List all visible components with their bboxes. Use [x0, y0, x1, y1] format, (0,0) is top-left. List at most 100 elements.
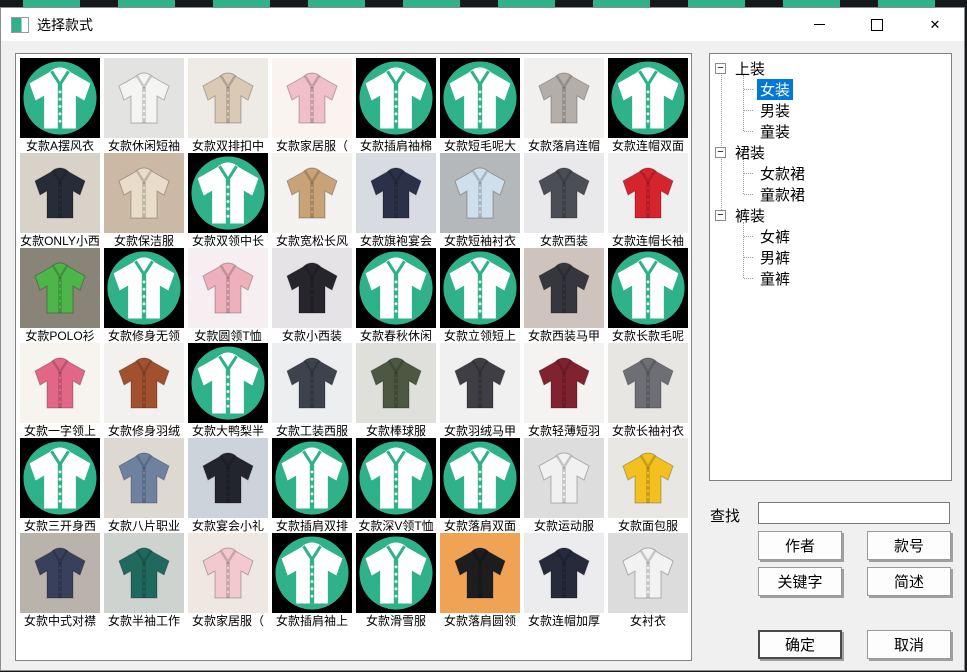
style-item[interactable]: 女款家居服（ [186, 533, 270, 628]
style-item[interactable]: 女款落肩双面 [438, 438, 522, 533]
style-item[interactable]: 女款三开身西 [18, 438, 102, 533]
style-item[interactable]: 女款修身羽绒 [102, 343, 186, 438]
style-item[interactable]: 女款A摆风衣 [18, 58, 102, 153]
style-item[interactable]: 女款长款毛呢 [606, 248, 690, 343]
tree-connector [744, 89, 753, 90]
style-item[interactable]: 女款工装西服 [270, 343, 354, 438]
style-item[interactable]: 女款ONLY小西 [18, 153, 102, 248]
cancel-button[interactable]: 取消 [867, 630, 951, 659]
style-thumbnail-placeholder-shirt-icon [356, 58, 436, 138]
tree-item-label: 男裤 [757, 247, 793, 268]
style-thumbnail-photo [356, 343, 436, 423]
style-item-label: 女款保洁服 [102, 234, 186, 248]
style-item[interactable]: 女款西装马甲 [522, 248, 606, 343]
style-thumbnail-photo [440, 343, 520, 423]
style-item[interactable]: 女款落肩连帽 [522, 58, 606, 153]
style-thumbnail-photo [608, 533, 688, 613]
style-item-label: 女款长袖衬衣 [606, 424, 690, 438]
tree-item-童款裙[interactable]: 童款裙 [733, 184, 949, 205]
style-item[interactable]: 女款轻薄短羽 [522, 343, 606, 438]
style-item[interactable]: 女款双领中长 [186, 153, 270, 248]
style-item[interactable]: 女衬衣 [606, 533, 690, 628]
tree-item-童装[interactable]: 童装 [733, 121, 949, 142]
style-item[interactable]: 女款宴会小礼 [186, 438, 270, 533]
style-item[interactable]: 女款西装 [522, 153, 606, 248]
style-item-label: 女款家居服（ [186, 614, 270, 628]
tree-item-裙装[interactable]: −裙装 [712, 142, 949, 163]
style-item[interactable]: 女款棒球服 [354, 343, 438, 438]
keyword-filter-button[interactable]: 关键字 [758, 567, 842, 596]
style-item-label: 女款修身无领 [102, 329, 186, 343]
summary-filter-button[interactable]: 简述 [867, 567, 951, 596]
style-item[interactable]: 女款深V领T恤 [354, 438, 438, 533]
tree-item-label: 裙装 [732, 142, 768, 163]
style-no-filter-button[interactable]: 款号 [867, 531, 951, 560]
tree-connector [744, 278, 753, 279]
style-item[interactable]: 女款连帽加厚 [522, 533, 606, 628]
titlebar[interactable]: 选择款式 ✕ [1, 8, 964, 41]
tree-item-女装[interactable]: 女装 [733, 79, 949, 100]
style-item-label: 女款长款毛呢 [606, 329, 690, 343]
style-item[interactable]: 女款旗袍宴会 [354, 153, 438, 248]
author-filter-button[interactable]: 作者 [758, 531, 842, 560]
collapse-icon[interactable]: − [715, 210, 726, 221]
style-item-label: 女款轻薄短羽 [522, 424, 606, 438]
tree-item-男装[interactable]: 男装 [733, 100, 949, 121]
style-item[interactable]: 女款小西装 [270, 248, 354, 343]
style-item[interactable]: 女款春秋休闲 [354, 248, 438, 343]
style-item[interactable]: 女款一字领上 [18, 343, 102, 438]
style-item-label: 女款圆领T恤 [186, 329, 270, 343]
collapse-icon[interactable]: − [715, 147, 726, 158]
style-item[interactable]: 女款滑雪服 [354, 533, 438, 628]
tree-item-label: 童装 [757, 121, 793, 142]
style-thumbnail-photo [104, 153, 184, 233]
close-button[interactable]: ✕ [906, 8, 964, 41]
style-item[interactable]: 女款POLO衫 [18, 248, 102, 343]
tree-connector [744, 110, 753, 111]
style-item[interactable]: 女款八片职业 [102, 438, 186, 533]
style-item-label: 女款ONLY小西 [18, 234, 102, 248]
maximize-button[interactable] [848, 8, 906, 41]
tree-item-女款裙[interactable]: 女款裙 [733, 163, 949, 184]
style-item[interactable]: 女款休闲短袖 [102, 58, 186, 153]
style-item[interactable]: 女款家居服（ [270, 58, 354, 153]
style-item[interactable]: 女款面包服 [606, 438, 690, 533]
style-item[interactable]: 女款运动服 [522, 438, 606, 533]
style-thumbnail-photo [272, 248, 352, 328]
tree-item-裤装[interactable]: −裤装 [712, 205, 949, 226]
style-item[interactable]: 女款长袖衬衣 [606, 343, 690, 438]
window-title: 选择款式 [37, 15, 93, 35]
style-item[interactable]: 女款立领短上 [438, 248, 522, 343]
tree-item-上装[interactable]: −上装 [712, 58, 949, 79]
style-item[interactable]: 女款短袖衬衣 [438, 153, 522, 248]
tree-children: 女装男装童装 [733, 79, 949, 142]
tree-item-童裤[interactable]: 童裤 [733, 268, 949, 289]
style-item[interactable]: 女款保洁服 [102, 153, 186, 248]
find-input[interactable] [758, 502, 950, 524]
style-item[interactable]: 女款插肩袖棉 [354, 58, 438, 153]
tree-item-label: 男装 [757, 100, 793, 121]
style-item[interactable]: 女款羽绒马甲 [438, 343, 522, 438]
style-item[interactable]: 女款连帽双面 [606, 58, 690, 153]
style-item[interactable]: 女款大鸭梨半 [186, 343, 270, 438]
select-style-dialog: 选择款式 ✕ 女款A摆风衣 女款休闲短袖 女款双排扣中 女款家居服（ 女款 [0, 7, 965, 671]
ok-button[interactable]: 确定 [758, 630, 842, 659]
style-item[interactable]: 女款中式对襟 [18, 533, 102, 628]
style-item[interactable]: 女款修身无领 [102, 248, 186, 343]
minimize-button[interactable] [790, 8, 848, 41]
style-item[interactable]: 女款双排扣中 [186, 58, 270, 153]
style-item[interactable]: 女款落肩圆领 [438, 533, 522, 628]
style-item[interactable]: 女款插肩双排 [270, 438, 354, 533]
style-item[interactable]: 女款半袖工作 [102, 533, 186, 628]
style-item[interactable]: 女款连帽长袖 [606, 153, 690, 248]
minimize-icon [814, 24, 825, 25]
style-item[interactable]: 女款圆领T恤 [186, 248, 270, 343]
tree-item-女裤[interactable]: 女裤 [733, 226, 949, 247]
collapse-icon[interactable]: − [715, 63, 726, 74]
style-item[interactable]: 女款插肩袖上 [270, 533, 354, 628]
tree-item-男裤[interactable]: 男裤 [733, 247, 949, 268]
style-item[interactable]: 女款宽松长风 [270, 153, 354, 248]
style-item[interactable]: 女款短毛呢大 [438, 58, 522, 153]
tree-item-label: 童款裙 [757, 184, 808, 205]
style-item-label: 女款羽绒马甲 [438, 424, 522, 438]
